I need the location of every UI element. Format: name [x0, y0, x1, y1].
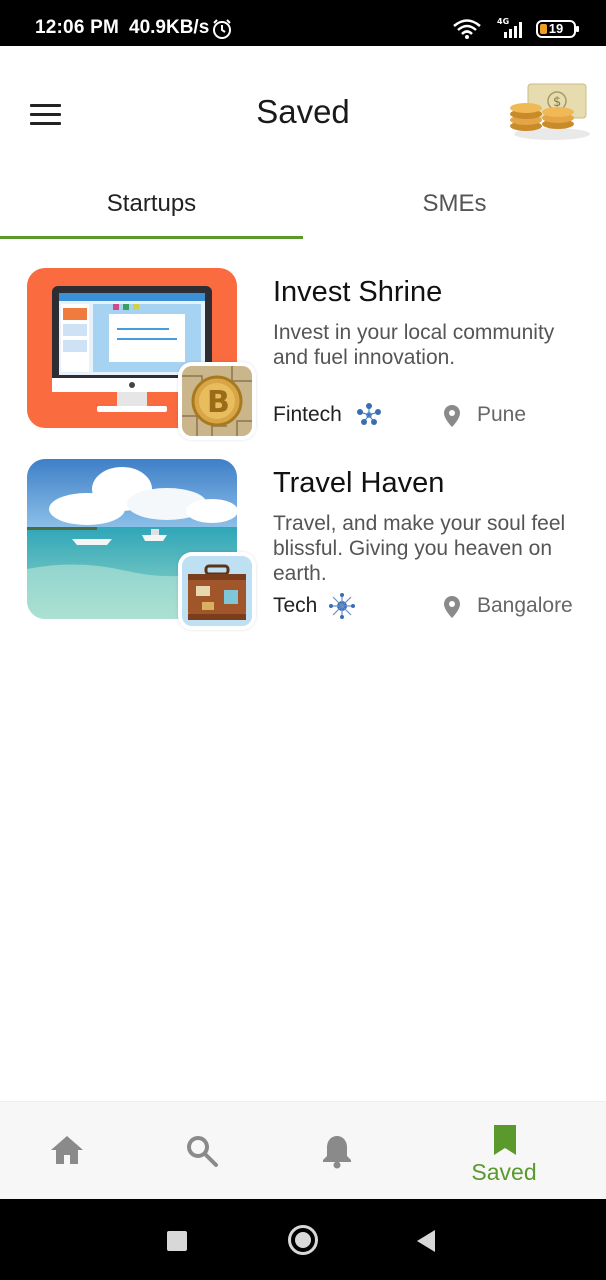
- bookmark-icon: [494, 1125, 516, 1155]
- location-pin-icon: [443, 405, 461, 427]
- item-description: Invest in your local community and fuel …: [273, 321, 555, 369]
- item-name: Travel Haven: [273, 467, 445, 499]
- status-net-speed: 40.9KB/s: [129, 17, 210, 38]
- bottom-navigation: Saved: [0, 1101, 606, 1199]
- nav-saved-label: Saved: [471, 1159, 537, 1185]
- app-bar: Saved $: [0, 46, 606, 176]
- item-category: Tech: [273, 594, 318, 617]
- home-icon: [51, 1136, 83, 1164]
- tab-smes[interactable]: SMEs: [303, 176, 606, 240]
- suitcase-image: [178, 552, 256, 630]
- status-bar: 12:06 PM 40.9KB/s 4G 19: [0, 0, 606, 46]
- battery-level: 19: [548, 21, 564, 36]
- item-description: Travel, and make your soul feel blissful…: [273, 512, 566, 585]
- battery-icon: 19: [536, 20, 579, 38]
- item-category: Fintech: [273, 403, 342, 426]
- system-navigation-bar: [0, 1199, 606, 1280]
- list-item[interactable]: Travel Haven Travel, and make your soul …: [0, 453, 606, 633]
- list-item[interactable]: B Invest Shrine Invest in your local com…: [0, 262, 606, 442]
- tab-startups[interactable]: Startups: [0, 176, 303, 240]
- nav-saved[interactable]: Saved: [454, 1102, 554, 1200]
- bell-icon: [323, 1136, 351, 1169]
- cell-signal-icon: 4G: [494, 16, 528, 45]
- back-icon[interactable]: [415, 1229, 437, 1258]
- bitcoin-coin-image: B: [178, 362, 256, 440]
- item-location: Pune: [477, 403, 527, 426]
- active-tab-indicator: [0, 236, 303, 239]
- tab-bar: Startups SMEs: [0, 176, 606, 240]
- status-time: 12:06 PM: [35, 17, 119, 38]
- nav-home[interactable]: [30, 1102, 104, 1200]
- item-name: Invest Shrine: [273, 276, 443, 308]
- nav-search[interactable]: [165, 1102, 239, 1200]
- wifi-icon: [452, 18, 482, 45]
- network-type-label: 4G: [497, 17, 509, 26]
- search-icon: [187, 1136, 218, 1167]
- tech-node-icon: [328, 592, 356, 620]
- item-location: Bangalore: [477, 594, 573, 617]
- location-pin-icon: [443, 596, 461, 618]
- svg-text:B: B: [207, 385, 230, 420]
- fintech-network-icon: [355, 401, 383, 429]
- coins-money-icon: $: [508, 82, 590, 142]
- nav-notifications[interactable]: [300, 1102, 374, 1200]
- recent-apps-icon[interactable]: [167, 1231, 187, 1251]
- home-circle-icon[interactable]: [288, 1225, 318, 1255]
- alarm-icon: [211, 18, 233, 45]
